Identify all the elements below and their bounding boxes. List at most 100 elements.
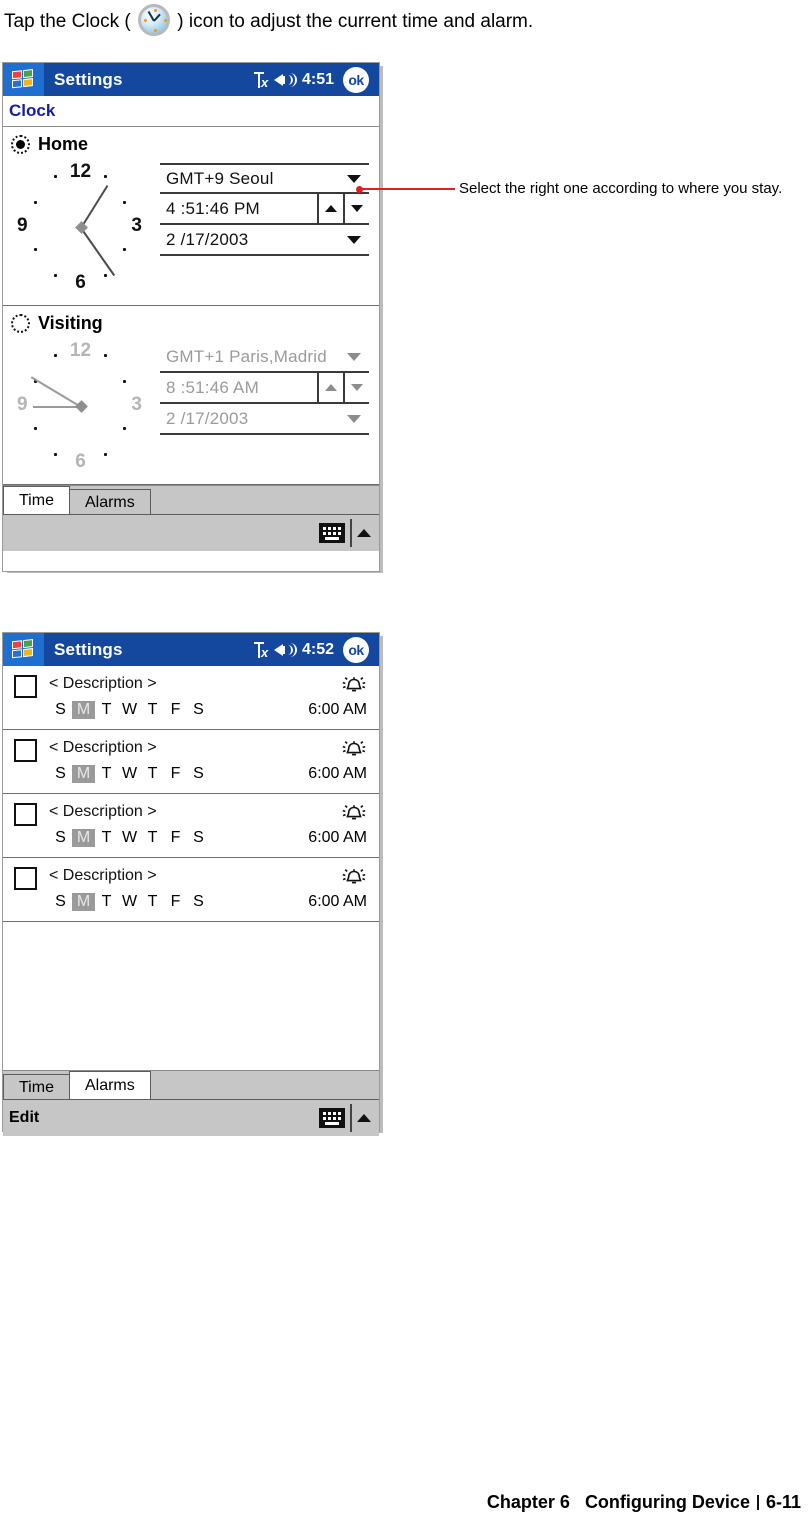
home-date-field[interactable]: 2 /17/2003 (160, 225, 369, 256)
alarm-row[interactable]: < Description > S M T W T F S 6:00 AM (3, 794, 379, 858)
day-toggle-3[interactable]: W (118, 765, 141, 783)
alarm-row[interactable]: < Description > S M T W T F S 6:00 AM (3, 666, 379, 730)
footer-chapter: Chapter 6 (486, 1492, 570, 1512)
titlebar-clock[interactable]: 4:51 (302, 71, 334, 89)
visiting-date-field[interactable]: 2 /17/2003 (160, 404, 369, 435)
home-radio[interactable] (11, 135, 30, 154)
tab-alarms[interactable]: Alarms (68, 489, 151, 514)
spinner-up-button[interactable] (317, 194, 343, 223)
alarm-time: 6:00 AM (308, 765, 367, 782)
spinner-down-button[interactable] (343, 373, 369, 402)
home-time-spinner[interactable] (317, 194, 369, 223)
alarm-day-selector[interactable]: SMTWTFS (49, 765, 210, 783)
screen1-titlebar: Settings x 4:51 ok (3, 63, 379, 96)
tab-time[interactable]: Time (3, 486, 70, 514)
day-toggle-2[interactable]: T (95, 701, 118, 719)
titlebar-status-area: x 4:52 ok (253, 636, 379, 663)
home-radio-row[interactable]: Home (3, 127, 379, 155)
home-time-field[interactable]: 4 :51:46 PM (160, 194, 369, 225)
hour-hand (79, 184, 108, 229)
day-toggle-3[interactable]: W (118, 701, 141, 719)
day-toggle-1[interactable]: M (72, 765, 95, 783)
day-toggle-5[interactable]: F (164, 893, 187, 911)
edit-menu-button[interactable]: Edit (9, 1109, 39, 1127)
day-toggle-4[interactable]: T (141, 829, 164, 847)
day-toggle-0[interactable]: S (49, 829, 72, 847)
alarm-day-selector[interactable]: SMTWTFS (49, 893, 210, 911)
volume-icon[interactable] (273, 641, 297, 659)
command-bar-divider (350, 519, 352, 547)
signal-off-icon[interactable]: x (253, 70, 270, 90)
chevron-down-icon[interactable] (347, 414, 361, 423)
alarm-bell-icon (341, 866, 367, 888)
day-toggle-6[interactable]: S (187, 829, 210, 847)
day-toggle-0[interactable]: S (49, 765, 72, 783)
day-toggle-4[interactable]: T (141, 893, 164, 911)
day-toggle-2[interactable]: T (95, 893, 118, 911)
tab-time[interactable]: Time (3, 1074, 70, 1099)
screen1-page-title-bar: Clock (3, 96, 379, 127)
chevron-down-icon[interactable] (347, 235, 361, 244)
caret-up-icon[interactable] (357, 529, 371, 537)
titlebar-clock[interactable]: 4:52 (302, 641, 334, 659)
alarm-day-selector[interactable]: SMTWTFS (49, 701, 210, 719)
home-time-value: 4 :51:46 PM (166, 198, 260, 218)
signal-off-icon[interactable]: x (253, 640, 270, 660)
alarm-description: < Description > (49, 867, 157, 884)
day-toggle-3[interactable]: W (118, 829, 141, 847)
day-toggle-1[interactable]: M (72, 829, 95, 847)
alarm-enable-checkbox[interactable] (14, 867, 37, 890)
day-toggle-1[interactable]: M (72, 893, 95, 911)
screen2-titlebar: Settings x 4:52 ok (3, 633, 379, 666)
alarm-enable-checkbox[interactable] (14, 739, 37, 762)
keyboard-icon[interactable] (319, 523, 345, 543)
alarm-enable-checkbox[interactable] (14, 675, 37, 698)
alarm-bell-icon (341, 738, 367, 760)
chevron-down-icon[interactable] (347, 352, 361, 361)
visiting-time-field[interactable]: 8 :51:46 AM (160, 373, 369, 404)
footer-page-number: 6-11 (765, 1492, 801, 1512)
alarm-row[interactable]: < Description > S M T W T F S 6:00 AM (3, 858, 379, 922)
chevron-down-icon[interactable] (347, 174, 361, 183)
visiting-timezone-select[interactable]: GMT+1 Paris,Madrid (160, 342, 369, 373)
spinner-down-button[interactable] (343, 194, 369, 223)
day-toggle-3[interactable]: W (118, 893, 141, 911)
home-timezone-select[interactable]: GMT+9 Seoul (160, 163, 369, 194)
alarm-time: 6:00 AM (308, 829, 367, 846)
ok-button[interactable]: ok (343, 636, 369, 663)
intro-text-before: Tap the Clock ( (4, 11, 136, 32)
day-toggle-2[interactable]: T (95, 765, 118, 783)
visiting-radio-row[interactable]: Visiting (3, 306, 379, 334)
day-toggle-6[interactable]: S (187, 701, 210, 719)
windows-logo-icon[interactable] (3, 63, 44, 96)
alarm-row[interactable]: < Description > S M T W T F S 6:00 AM (3, 730, 379, 794)
clock-numeral-12: 12 (69, 340, 92, 361)
day-toggle-1[interactable]: M (72, 701, 95, 719)
alarm-list-empty-area (3, 922, 379, 1070)
screen2-shadow-right (380, 636, 383, 1133)
clock-icon (138, 4, 170, 36)
volume-icon[interactable] (273, 71, 297, 89)
visiting-radio[interactable] (11, 314, 30, 333)
day-toggle-6[interactable]: S (187, 893, 210, 911)
day-toggle-5[interactable]: F (164, 829, 187, 847)
ok-button[interactable]: ok (343, 66, 369, 93)
tab-alarms[interactable]: Alarms (68, 1071, 151, 1099)
day-toggle-0[interactable]: S (49, 893, 72, 911)
keyboard-icon[interactable] (319, 1108, 345, 1128)
day-toggle-0[interactable]: S (49, 701, 72, 719)
day-toggle-5[interactable]: F (164, 701, 187, 719)
alarm-day-selector[interactable]: SMTWTFS (49, 829, 210, 847)
day-toggle-4[interactable]: T (141, 765, 164, 783)
windows-logo-icon[interactable] (3, 633, 44, 666)
day-toggle-6[interactable]: S (187, 765, 210, 783)
day-toggle-5[interactable]: F (164, 765, 187, 783)
day-toggle-2[interactable]: T (95, 829, 118, 847)
day-toggle-4[interactable]: T (141, 701, 164, 719)
alarm-enable-checkbox[interactable] (14, 803, 37, 826)
caret-up-icon[interactable] (357, 1114, 371, 1122)
visiting-time-spinner[interactable] (317, 373, 369, 402)
visiting-timezone-value: GMT+1 Paris,Madrid (166, 346, 327, 366)
spinner-up-button[interactable] (317, 373, 343, 402)
alarm-time: 6:00 AM (308, 701, 367, 718)
